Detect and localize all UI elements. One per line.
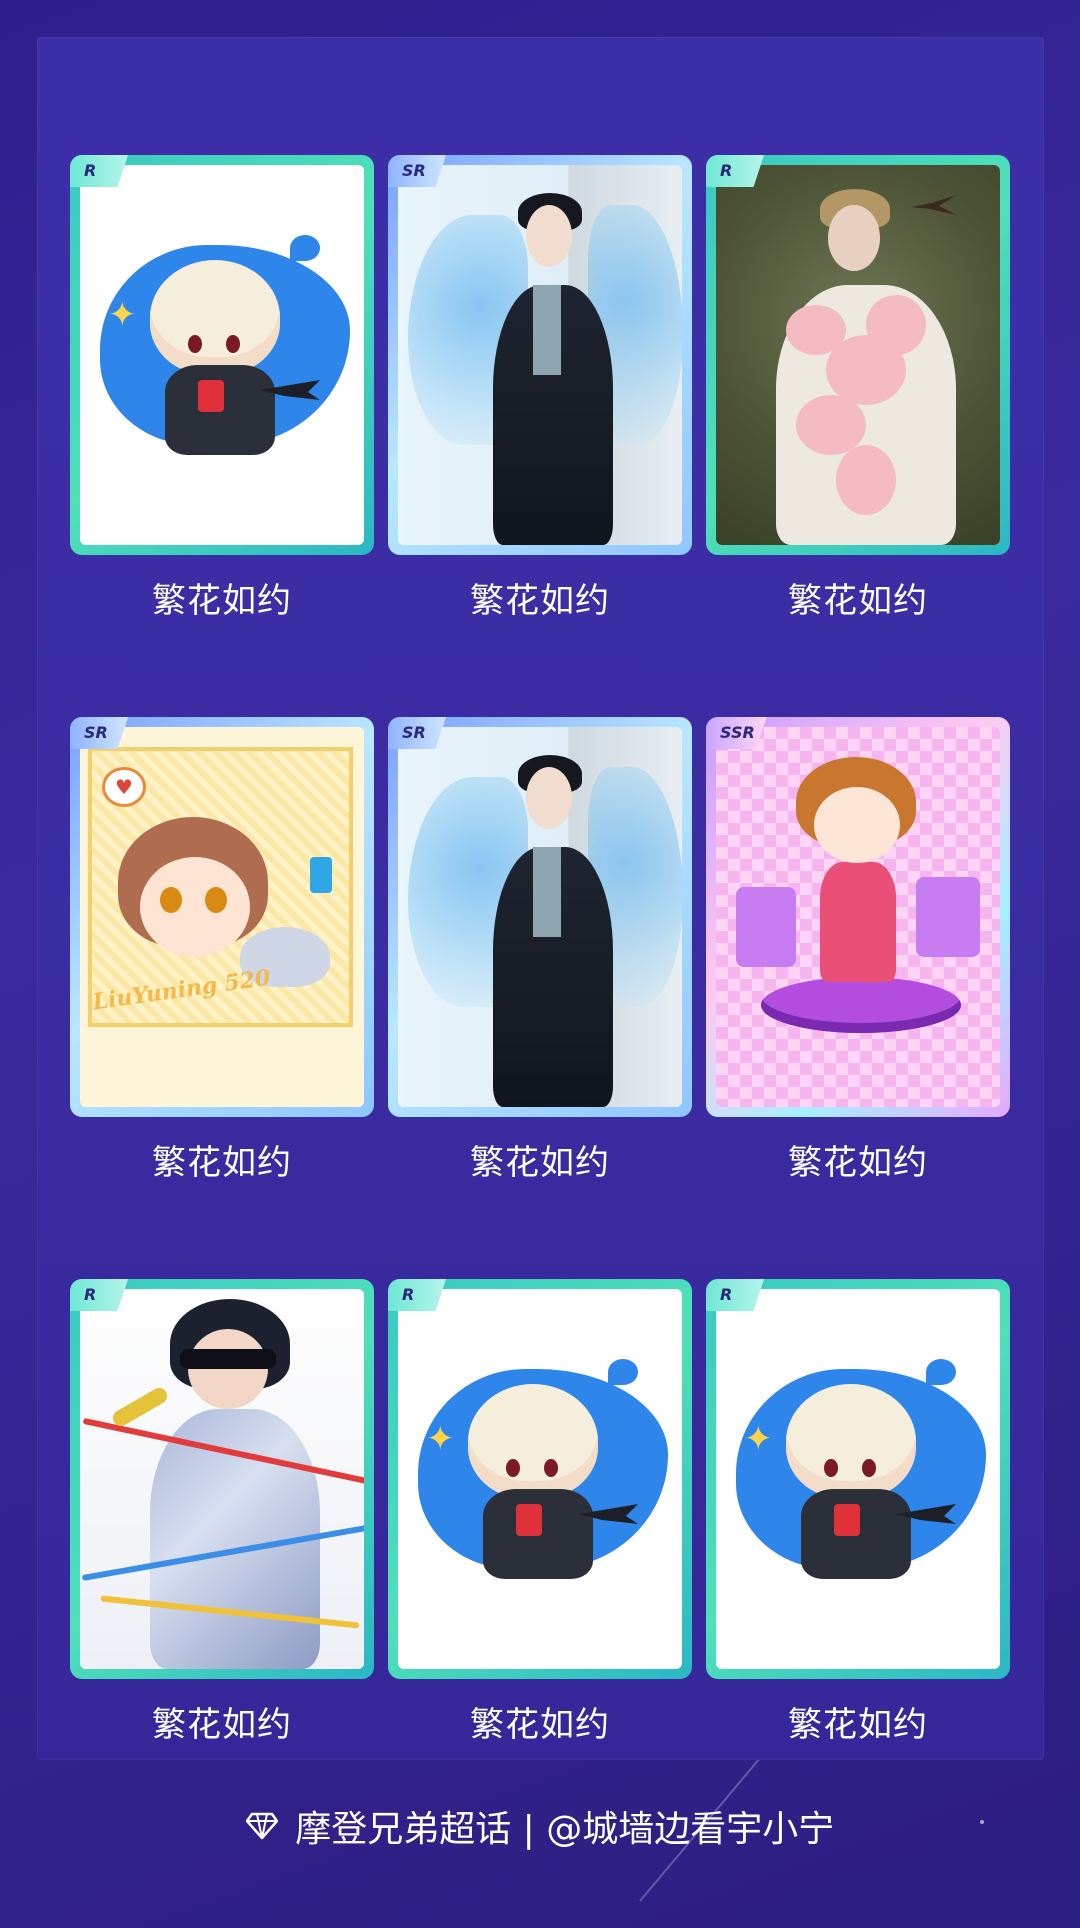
card-art: ✦ <box>716 1289 1000 1669</box>
card-art <box>80 1289 364 1669</box>
card-cell[interactable]: SR ♥ LiuYuning 520 繁花如约 <box>70 717 374 1184</box>
speaker-icon <box>916 877 980 957</box>
phone-icon <box>310 857 332 893</box>
card-art <box>398 727 682 1107</box>
card-frame[interactable]: R ✦ <box>70 155 374 555</box>
card-title: 繁花如约 <box>788 581 928 621</box>
card-title: 繁花如约 <box>470 581 610 621</box>
card-title: 繁花如约 <box>788 1143 928 1183</box>
butterfly-wings-illustration <box>398 727 682 1107</box>
diamond-icon <box>245 1812 278 1840</box>
chibi-white-hair-illustration: ✦ <box>398 1289 682 1669</box>
card-frame[interactable]: R ✦ <box>388 1279 692 1679</box>
card-frame[interactable]: R <box>706 155 1010 555</box>
chibi-white-hair-illustration: ✦ <box>80 165 364 545</box>
card-cell[interactable]: R ✦ 繁花如约 <box>70 155 374 622</box>
card-cell[interactable]: SSR 繁花如约 <box>706 717 1010 1184</box>
heart-icon: ♥ <box>102 767 146 807</box>
footer-credit: 摩登兄弟超话 | @城墙边看宇小宁 <box>0 1800 1080 1852</box>
card-cell[interactable]: R 繁花如约 <box>70 1279 374 1746</box>
card-art <box>398 165 682 545</box>
card-frame[interactable]: R ✦ <box>706 1279 1010 1679</box>
chibi-stage-illustration <box>716 727 1000 1107</box>
card-title: 繁花如约 <box>788 1705 928 1745</box>
card-title: 繁花如约 <box>152 1705 292 1745</box>
chibi-yellow-illustration: ♥ LiuYuning 520 <box>80 727 364 1107</box>
sparkle-icon: ✦ <box>426 1419 455 1459</box>
singer-illustration <box>80 1289 364 1669</box>
card-title: 繁花如约 <box>470 1143 610 1183</box>
card-frame[interactable]: SR <box>388 717 692 1117</box>
sparkle-icon: ✦ <box>744 1419 773 1459</box>
card-cell[interactable]: R ✦ 繁花如约 <box>706 1279 1010 1746</box>
card-title: 繁花如约 <box>470 1705 610 1745</box>
card-cell[interactable]: R ✦ 繁花如约 <box>388 1279 692 1746</box>
card-cell[interactable]: R 繁花如约 <box>706 155 1010 622</box>
card-cell[interactable]: SR 繁花如约 <box>388 717 692 1184</box>
sparkle-icon: ✦ <box>108 295 137 335</box>
card-grid: R ✦ 繁花如约 SR 繁花如约 R 繁花如约 SR ♥ LiuYuning 5… <box>70 155 1010 1746</box>
card-title: 繁花如约 <box>152 1143 292 1183</box>
card-frame[interactable]: SR ♥ LiuYuning 520 <box>70 717 374 1117</box>
card-cell[interactable]: SR 繁花如约 <box>388 155 692 622</box>
card-frame[interactable]: R <box>70 1279 374 1679</box>
card-art <box>716 727 1000 1107</box>
card-art <box>716 165 1000 545</box>
card-art: ♥ LiuYuning 520 <box>80 727 364 1107</box>
footer-text: 摩登兄弟超话 | @城墙边看宇小宁 <box>295 1809 835 1850</box>
microphone-icon <box>110 1385 170 1429</box>
card-title: 繁花如约 <box>152 581 292 621</box>
swallow-icon <box>911 195 957 215</box>
card-art: ✦ <box>398 1289 682 1669</box>
speaker-icon <box>736 887 796 967</box>
card-frame[interactable]: SR <box>388 155 692 555</box>
card-art: ✦ <box>80 165 364 545</box>
chibi-white-hair-illustration: ✦ <box>716 1289 1000 1669</box>
blossom-illustration <box>716 165 1000 545</box>
card-frame[interactable]: SSR <box>706 717 1010 1117</box>
butterfly-wings-illustration <box>398 165 682 545</box>
